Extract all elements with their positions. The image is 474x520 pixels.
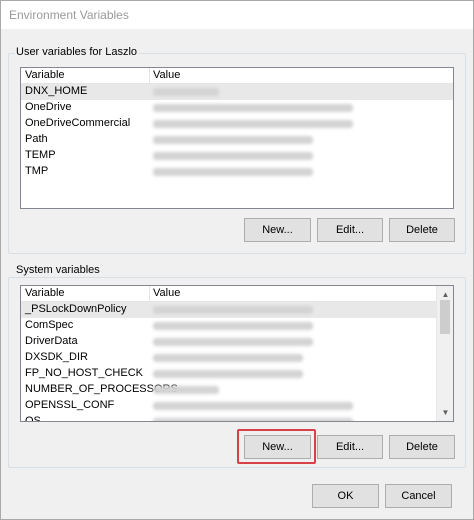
list-row[interactable]: OneDriveCommercial (21, 116, 453, 132)
scroll-down-icon[interactable]: ▼ (437, 404, 453, 421)
system-list-scrollbar[interactable]: ▲ ▼ (436, 286, 453, 421)
system-variables-list[interactable]: Variable Value _PSLockDownPolicy ComSpec D… (20, 285, 454, 422)
list-row[interactable]: NUMBER_OF_PROCESSORS (21, 382, 453, 398)
variable-value-redacted (153, 88, 219, 96)
variable-name: ComSpec (25, 319, 74, 331)
variable-value-redacted (153, 104, 353, 112)
variable-name: FP_NO_HOST_CHECK (25, 367, 143, 379)
list-row[interactable]: OPENSSL_CONF (21, 398, 453, 414)
user-delete-button[interactable]: Delete (389, 218, 455, 242)
variable-name: DriverData (25, 335, 78, 347)
variable-value-redacted (153, 120, 353, 128)
variable-name: OneDriveCommercial (25, 117, 131, 129)
list-row[interactable]: DriverData (21, 334, 453, 350)
variable-name: DXSDK_DIR (25, 351, 88, 363)
variable-value-redacted (153, 402, 353, 410)
system-edit-button[interactable]: Edit... (317, 435, 383, 459)
list-row[interactable]: OS (21, 414, 453, 422)
variable-value-redacted (153, 370, 303, 378)
user-new-button[interactable]: New... (244, 218, 311, 242)
title-bar: Environment Variables (1, 1, 473, 29)
column-value[interactable]: Value (153, 69, 180, 81)
system-new-button[interactable]: New... (244, 435, 311, 459)
variable-value-redacted (153, 136, 313, 144)
list-header: Variable Value (21, 68, 453, 84)
ok-button[interactable]: OK (312, 484, 379, 508)
variable-name: Path (25, 133, 48, 145)
system-delete-button[interactable]: Delete (389, 435, 455, 459)
window-title: Environment Variables (9, 8, 129, 22)
list-header: Variable Value (21, 286, 453, 302)
list-row[interactable]: ComSpec (21, 318, 453, 334)
variable-name: TEMP (25, 149, 56, 161)
variable-value-redacted (153, 152, 313, 160)
column-variable[interactable]: Variable (25, 287, 65, 299)
column-value[interactable]: Value (153, 287, 180, 299)
variable-value-redacted (153, 386, 219, 394)
environment-variables-dialog: Environment Variables User variables for… (0, 0, 474, 520)
variable-value-redacted (153, 354, 303, 362)
variable-value-redacted (153, 168, 313, 176)
list-row[interactable]: _PSLockDownPolicy (21, 302, 453, 318)
scroll-thumb[interactable] (440, 300, 450, 334)
list-row[interactable]: FP_NO_HOST_CHECK (21, 366, 453, 382)
variable-name: OS (25, 415, 41, 422)
user-edit-button[interactable]: Edit... (317, 218, 383, 242)
variable-name: _PSLockDownPolicy (25, 303, 127, 315)
list-row[interactable]: Path (21, 132, 453, 148)
variable-value-redacted (153, 322, 313, 330)
variable-name: DNX_HOME (25, 85, 88, 97)
variable-name: TMP (25, 165, 49, 177)
list-row[interactable]: TEMP (21, 148, 453, 164)
variable-value-redacted (153, 306, 313, 314)
user-variables-label: User variables for Laszlo (14, 46, 140, 58)
list-row[interactable]: DNX_HOME (21, 84, 453, 100)
variable-name: OneDrive (25, 101, 72, 113)
variable-value-redacted (153, 418, 353, 421)
list-row[interactable]: OneDrive (21, 100, 453, 116)
list-row[interactable]: TMP (21, 164, 453, 180)
system-variables-label: System variables (14, 264, 102, 276)
cancel-button[interactable]: Cancel (385, 484, 452, 508)
column-variable[interactable]: Variable (25, 69, 65, 81)
variable-name: OPENSSL_CONF (25, 399, 115, 411)
variable-value-redacted (153, 338, 313, 346)
list-row[interactable]: DXSDK_DIR (21, 350, 453, 366)
user-variables-list[interactable]: Variable Value DNX_HOME OneDrive OneDriveC… (20, 67, 454, 209)
